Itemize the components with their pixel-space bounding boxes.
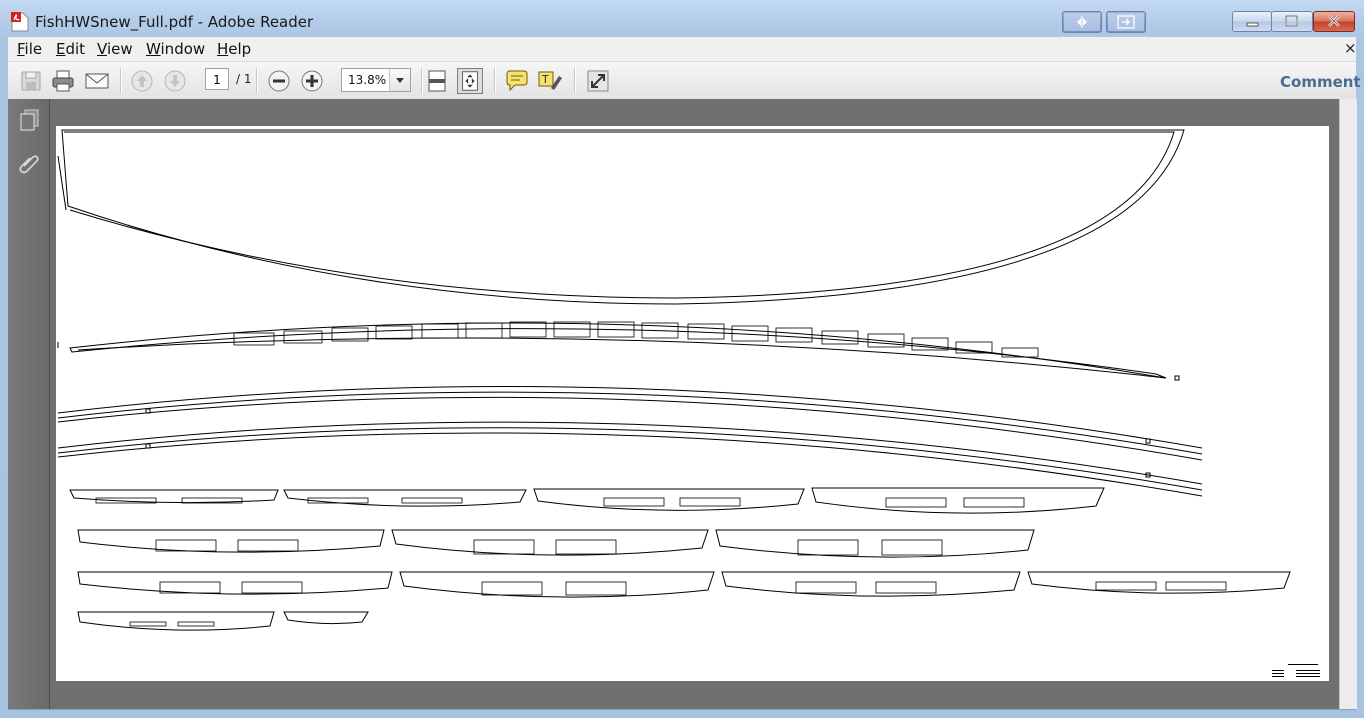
zoom-in-icon[interactable] — [299, 68, 325, 94]
menu-view-label: View — [97, 40, 133, 58]
menu-window[interactable]: Window — [146, 40, 205, 58]
toolbar-separator — [421, 68, 423, 94]
read-mode-button[interactable] — [1062, 11, 1102, 33]
menu-help-label: Help — [217, 40, 252, 58]
vertical-scrollbar[interactable] — [1339, 99, 1357, 709]
zoom-value: 13.8% — [348, 73, 387, 87]
menu-edit[interactable]: Edit — [56, 40, 85, 58]
previous-page-icon[interactable] — [129, 68, 155, 94]
close-document-button[interactable]: × — [1344, 39, 1357, 57]
menu-file[interactable]: File — [17, 40, 42, 58]
chevron-down-icon[interactable] — [389, 69, 410, 91]
window-bottom-border — [8, 709, 1356, 710]
menu-help[interactable]: Help — [217, 40, 251, 58]
expand-icon[interactable] — [585, 68, 611, 94]
print-icon[interactable] — [50, 68, 76, 94]
toolbar-separator — [574, 68, 576, 94]
adobe-reader-pdf-icon — [11, 12, 29, 32]
page-total: / 1 — [236, 72, 252, 86]
minimize-button[interactable] — [1232, 11, 1272, 32]
close-button[interactable] — [1313, 11, 1355, 32]
menu-view[interactable]: View — [97, 40, 133, 58]
zoom-out-icon[interactable] — [266, 68, 292, 94]
svg-text:T: T — [541, 73, 549, 86]
highlight-text-icon[interactable]: T — [537, 68, 563, 94]
toolbar: 1 / 1 13.8% T Comment — [8, 61, 1361, 100]
next-page-icon[interactable] — [162, 68, 188, 94]
maximize-icon — [1285, 15, 1298, 27]
close-icon — [1328, 15, 1340, 27]
comment-pane-link[interactable]: Comment — [1280, 73, 1361, 91]
scrolling-mode-icon[interactable] — [424, 68, 450, 94]
wing-parts-drawing — [57, 129, 1320, 677]
sticky-note-icon[interactable] — [504, 68, 530, 94]
toolbar-separator — [494, 68, 496, 94]
save-icon[interactable] — [18, 68, 44, 94]
fit-page-icon[interactable] — [457, 68, 483, 94]
toolbar-separator — [120, 68, 122, 94]
toolbar-separator — [256, 68, 258, 94]
window-title: FishHWSnew_Full.pdf - Adobe Reader — [35, 13, 314, 31]
pages-icon[interactable] — [17, 108, 41, 132]
menu-edit-label: Edit — [56, 40, 86, 58]
maximize-button[interactable] — [1271, 11, 1313, 32]
read-mode-icon — [1064, 13, 1100, 31]
menu-window-label: Window — [146, 40, 206, 58]
pdf-page[interactable] — [56, 126, 1329, 681]
email-icon[interactable] — [84, 68, 110, 94]
menu-bar: File Edit View Window Help × — [8, 37, 1357, 61]
attachments-icon[interactable] — [17, 151, 41, 175]
full-screen-button[interactable] — [1106, 11, 1146, 33]
zoom-select[interactable]: 13.8% — [341, 68, 411, 92]
menu-file-label: File — [17, 40, 43, 58]
full-screen-icon — [1108, 13, 1144, 31]
minimize-icon — [1246, 22, 1259, 27]
navigation-panel — [8, 99, 50, 709]
title-bar[interactable]: FishHWSnew_Full.pdf - Adobe Reader — [0, 0, 1364, 37]
page-number-input[interactable]: 1 — [205, 68, 229, 90]
